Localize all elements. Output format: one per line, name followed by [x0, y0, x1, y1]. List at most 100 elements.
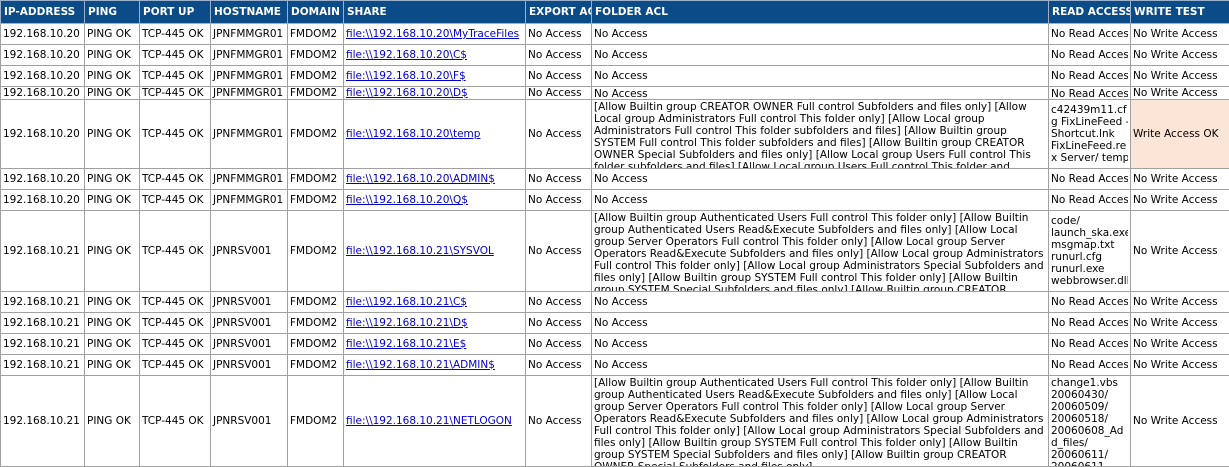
table-row: 192.168.10.21PING OKTCP-445 OKJPNRSV001F… — [1, 313, 1229, 334]
port-up-cell: TCP-445 OK — [140, 66, 211, 87]
read-access-entry: webbrowser.dll — [1051, 275, 1128, 287]
write-test-cell: No Write Access — [1131, 169, 1229, 190]
ping-cell: PING OK — [85, 190, 140, 211]
share-link[interactable]: file:\\192.168.10.21\SYSVOL — [346, 245, 494, 257]
write-test-cell: No Write Access — [1131, 211, 1229, 292]
read-access-entry: No Read Access — [1051, 317, 1128, 329]
read-access-entry: msgmap.txt — [1051, 239, 1128, 251]
share-link[interactable]: file:\\192.168.10.21\E$ — [346, 338, 466, 350]
folder-acl-text: No Access — [594, 49, 1046, 61]
share-link[interactable]: file:\\192.168.10.20\Q$ — [346, 194, 468, 206]
read-access-list: No Read Access — [1051, 70, 1128, 82]
read-access-entry: No Read Access — [1051, 194, 1128, 206]
export-acl-cell: No Access — [526, 376, 592, 467]
table-row: 192.168.10.20PING OKTCP-445 OKJPNFMMGR01… — [1, 24, 1229, 45]
hostname-cell: JPNFMMGR01 — [211, 66, 288, 87]
ping-cell: PING OK — [85, 45, 140, 66]
share-link[interactable]: file:\\192.168.10.20\temp — [346, 128, 480, 140]
domain-cell: FMDOM2 — [288, 211, 344, 292]
export-acl-cell: No Access — [526, 87, 592, 100]
read-access-list: c42439m11.cfg FixLineFeed -Shortcut.lnkF… — [1051, 104, 1128, 164]
folder-acl-cell: No Access — [592, 334, 1049, 355]
read-access-entry: No Read Access — [1051, 28, 1128, 40]
write-test-cell: No Write Access — [1131, 87, 1229, 100]
folder-acl-text: No Access — [594, 70, 1046, 82]
domain-cell: FMDOM2 — [288, 355, 344, 376]
read-access-list: No Read Access — [1051, 88, 1128, 99]
hostname-cell: JPNFMMGR01 — [211, 24, 288, 45]
table-row: 192.168.10.21PING OKTCP-445 OKJPNRSV001F… — [1, 355, 1229, 376]
share-link[interactable]: file:\\192.168.10.21\ADMIN$ — [346, 359, 495, 371]
read-access-entry: change1.vbs — [1051, 377, 1128, 389]
write-test-cell: No Write Access — [1131, 376, 1229, 467]
write-test-cell: No Write Access — [1131, 334, 1229, 355]
hostname-cell: JPNFMMGR01 — [211, 87, 288, 100]
read-access-list: No Read Access — [1051, 49, 1128, 61]
table-row: 192.168.10.20PING OKTCP-445 OKJPNFMMGR01… — [1, 169, 1229, 190]
read-access-entry: Shortcut.lnk — [1051, 128, 1128, 140]
read-access-entry: 20060611/ — [1051, 449, 1128, 461]
col-header-ping: PING — [85, 1, 140, 24]
read-access-entry: No Read Access — [1051, 70, 1128, 82]
ip-address-cell: 192.168.10.21 — [1, 334, 85, 355]
folder-acl-cell: No Access — [592, 292, 1049, 313]
folder-acl-text: No Access — [594, 173, 1046, 185]
share-link[interactable]: file:\\192.168.10.20\ADMIN$ — [346, 173, 495, 185]
share-cell: file:\\192.168.10.21\ADMIN$ — [344, 355, 526, 376]
folder-acl-text: No Access — [594, 88, 1046, 99]
port-up-cell: TCP-445 OK — [140, 24, 211, 45]
read-access-list: No Read Access — [1051, 194, 1128, 206]
share-link[interactable]: file:\\192.168.10.21\D$ — [346, 317, 468, 329]
folder-acl-cell: No Access — [592, 66, 1049, 87]
read-access-entry: 20060509/ — [1051, 401, 1128, 413]
col-header-domain: DOMAIN — [288, 1, 344, 24]
table-body: 192.168.10.20PING OKTCP-445 OKJPNFMMGR01… — [1, 24, 1229, 467]
read-access-cell: No Read Access — [1049, 190, 1131, 211]
port-up-cell: TCP-445 OK — [140, 45, 211, 66]
share-link[interactable]: file:\\192.168.10.21\NETLOGON — [346, 415, 512, 427]
folder-acl-cell: No Access — [592, 313, 1049, 334]
read-access-cell: No Read Access — [1049, 355, 1131, 376]
ip-address-cell: 192.168.10.21 — [1, 292, 85, 313]
read-access-entry: g FixLineFeed - — [1051, 116, 1128, 128]
export-acl-cell: No Access — [526, 45, 592, 66]
share-cell: file:\\192.168.10.21\SYSVOL — [344, 211, 526, 292]
ip-address-cell: 192.168.10.21 — [1, 376, 85, 467]
share-cell: file:\\192.168.10.21\D$ — [344, 313, 526, 334]
share-link[interactable]: file:\\192.168.10.20\C$ — [346, 49, 467, 61]
ping-cell: PING OK — [85, 24, 140, 45]
folder-acl-cell: [Allow Builtin group Authenticated Users… — [592, 376, 1049, 467]
read-access-list: No Read Access — [1051, 317, 1128, 329]
ip-address-cell: 192.168.10.20 — [1, 24, 85, 45]
read-access-cell: No Read Access — [1049, 87, 1131, 100]
share-link[interactable]: file:\\192.168.10.20\D$ — [346, 87, 468, 99]
hostname-cell: JPNFMMGR01 — [211, 45, 288, 66]
read-access-list: code/launch_ska.exemsgmap.txtrunurl.cfgr… — [1051, 215, 1128, 287]
share-link[interactable]: file:\\192.168.10.21\C$ — [346, 296, 467, 308]
share-link[interactable]: file:\\192.168.10.20\MyTraceFiles — [346, 28, 519, 40]
read-access-cell: code/launch_ska.exemsgmap.txtrunurl.cfgr… — [1049, 211, 1131, 292]
read-access-entry: c42439m11.cf — [1051, 104, 1128, 116]
share-cell: file:\\192.168.10.20\Q$ — [344, 190, 526, 211]
col-header-ip-address: IP-ADDRESS — [1, 1, 85, 24]
domain-cell: FMDOM2 — [288, 87, 344, 100]
write-test-cell: Write Access OK — [1131, 100, 1229, 169]
port-up-cell: TCP-445 OK — [140, 100, 211, 169]
table-row: 192.168.10.20PING OKTCP-445 OKJPNFMMGR01… — [1, 87, 1229, 100]
port-up-cell: TCP-445 OK — [140, 292, 211, 313]
col-header-hostname: HOSTNAME — [211, 1, 288, 24]
ip-address-cell: 192.168.10.20 — [1, 190, 85, 211]
share-link[interactable]: file:\\192.168.10.20\F$ — [346, 70, 466, 82]
read-access-cell: No Read Access — [1049, 334, 1131, 355]
read-access-entry: 20060430/ — [1051, 389, 1128, 401]
read-access-cell: No Read Access — [1049, 24, 1131, 45]
folder-acl-cell: [Allow Builtin group Authenticated Users… — [592, 211, 1049, 292]
read-access-list: No Read Access — [1051, 28, 1128, 40]
export-acl-cell: No Access — [526, 169, 592, 190]
share-cell: file:\\192.168.10.21\C$ — [344, 292, 526, 313]
hostname-cell: JPNRSV001 — [211, 211, 288, 292]
read-access-entry: 20060518/ — [1051, 413, 1128, 425]
table-header-row: IP-ADDRESS PING PORT UP HOSTNAME DOMAIN … — [1, 1, 1229, 24]
folder-acl-cell: No Access — [592, 169, 1049, 190]
write-test-cell: No Write Access — [1131, 292, 1229, 313]
